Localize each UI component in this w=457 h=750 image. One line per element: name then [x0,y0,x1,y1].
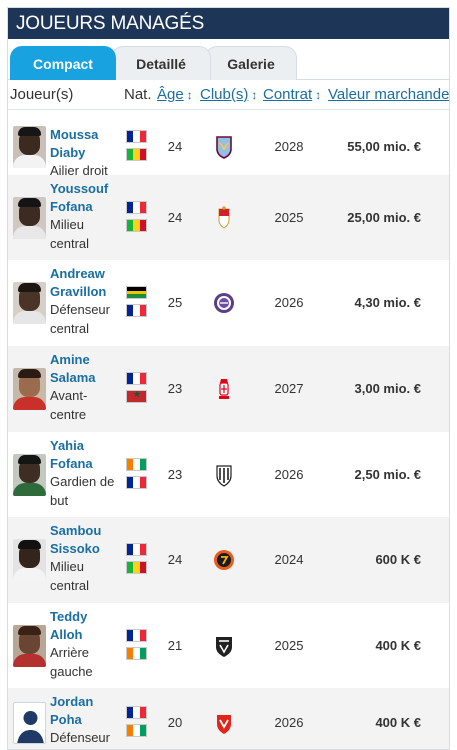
player-position: Arrière gauche [50,645,93,679]
flag-mali-icon [126,561,147,574]
player-name-link[interactable]: Jordan Poha [50,693,116,729]
flag-guadeloupe-icon [126,286,147,299]
table-row: Andreaw Gravillon Défenseur central 25 2026… [8,260,449,346]
player-age: 25 [167,295,183,310]
column-header-nat: Nat. [124,86,152,103]
column-header-age-label: Âge [157,86,184,103]
placeholder-avatar-icon[interactable] [13,702,46,744]
market-value-link[interactable]: 400 K € [375,715,421,730]
contract-year: 2025 [274,210,304,225]
player-age: 24 [167,139,183,154]
table-row: Yahia Fofana Gardien de but 23 2026 2,50 mio… [8,432,449,517]
player-name-link[interactable]: Moussa Diaby [50,126,116,162]
tab-galerie[interactable]: Galerie [205,46,297,80]
player-photo[interactable] [13,197,46,239]
contract-year: 2026 [274,295,304,310]
player-photo[interactable] [13,368,46,410]
player-age: 24 [167,210,183,225]
player-name-link[interactable]: Sambou Sissoko [50,522,116,558]
column-header-age[interactable]: Âge ↕ [157,86,193,103]
valenciennes-fc-crest-icon[interactable] [211,710,237,736]
column-header-contract-label: Contrat [263,86,313,103]
sort-arrows-icon: ↕ [251,88,258,102]
flag-france-icon [126,543,147,556]
player-position: Gardien de but [50,474,115,508]
market-value-link[interactable]: 55,00 mio. € [347,139,421,154]
contract-year: 2024 [274,552,304,567]
table-row: Sambou Sissoko Milieu central 24 2024 600 K … [8,517,449,603]
player-name-link[interactable]: Youssouf Fofana [50,180,116,216]
table-row: Teddy Alloh Arrière gauche 21 2025 400 K € [8,603,449,688]
kas-eupen-crest-icon[interactable] [211,633,237,659]
market-value-link[interactable]: 3,00 mio. € [355,381,421,396]
angers-sco-crest-icon[interactable] [211,462,237,488]
tab-detaille[interactable]: Detaillé [111,46,211,80]
flag-france-icon [126,304,147,317]
market-value-link[interactable]: 4,30 mio. € [355,295,421,310]
table-row: Moussa Diaby Ailier droit 24 2028 55,00 mio.… [8,119,449,178]
column-header-contract[interactable]: Contrat ↕ [263,86,321,103]
market-value-link[interactable]: 25,00 mio. € [347,210,421,225]
contract-year: 2028 [274,139,304,154]
contract-year: 2025 [274,638,304,653]
player-photo[interactable] [13,282,46,324]
player-photo[interactable] [13,539,46,581]
tab-compact[interactable]: Compact [10,46,116,80]
table-header: Joueur(s) Nat. Âge ↕ Club(s) ↕ Contrat ↕ Va… [8,80,449,110]
player-photo[interactable] [13,454,46,496]
contract-year: 2026 [274,715,304,730]
player-age: 23 [167,467,183,482]
flag-france-icon [126,372,147,385]
column-header-player: Joueur(s) [10,86,74,103]
market-value-link[interactable]: 2,50 mio. € [355,467,421,482]
stade-de-reims-crest-icon[interactable] [211,376,237,402]
player-position: Milieu central [50,217,90,251]
contract-year: 2027 [274,381,304,396]
column-header-club-label: Club(s) [200,86,249,103]
flag-ivory-coast-icon [126,458,147,471]
flag-france-icon [126,201,147,214]
flag-france-icon [126,476,147,489]
flag-mali-icon [126,148,147,161]
flag-morocco-icon: ★ [126,390,147,403]
player-name-link[interactable]: Teddy Alloh [50,608,116,644]
player-position: Avant-centre [50,388,88,422]
flag-france-icon [126,130,147,143]
flag-mali-icon [126,219,147,232]
player-name-link[interactable]: Andreaw Gravillon [50,265,116,301]
column-header-value[interactable]: Valeur marchande↕ [328,86,450,103]
flag-ivory-coast-icon [126,724,147,737]
table-row: Amine Salama Avant-centre ★ 23 2027 3,00 mio.… [8,346,449,432]
as-monaco-crest-icon[interactable] [211,205,237,231]
player-position: Milieu central [50,559,90,593]
flag-france-icon [126,706,147,719]
sort-arrows-icon: ↕ [315,88,322,102]
player-age: 20 [167,715,183,730]
player-age: 21 [167,638,183,653]
flag-ivory-coast-icon [126,647,147,660]
player-name-link[interactable]: Yahia Fofana [50,437,116,473]
player-position: Défenseur central [50,302,110,336]
view-tabs: Compact Detaillé Galerie [8,39,449,80]
player-age: 24 [167,552,183,567]
market-value-link[interactable]: 400 K € [375,638,421,653]
player-photo[interactable] [13,625,46,667]
managed-players-box: JOUEURS MANAGÉS Compact Detaillé Galerie… [7,7,450,750]
table-row: Youssouf Fofana Milieu central 24 2025 25,00… [8,175,449,260]
player-position: Défenseur central [50,730,110,749]
flag-france-icon [126,629,147,642]
player-age: 23 [167,381,183,396]
player-name-link[interactable]: Amine Salama [50,351,116,387]
sort-arrows-icon: ↕ [186,88,193,102]
column-header-club[interactable]: Club(s) ↕ [200,86,257,103]
market-value-link[interactable]: 600 K € [375,552,421,567]
toulouse-fc-crest-icon[interactable] [211,290,237,316]
table-row: Jordan PohaDéfenseur central 20 2026 400 K … [8,688,449,749]
box-title: JOUEURS MANAGÉS [8,8,449,39]
column-header-value-label: Valeur marchande [328,86,450,103]
contract-year: 2026 [274,467,304,482]
player-photo[interactable] [13,126,46,168]
aston-villa-crest-icon[interactable] [211,134,237,160]
club-crest-orange-icon[interactable] [211,547,237,573]
